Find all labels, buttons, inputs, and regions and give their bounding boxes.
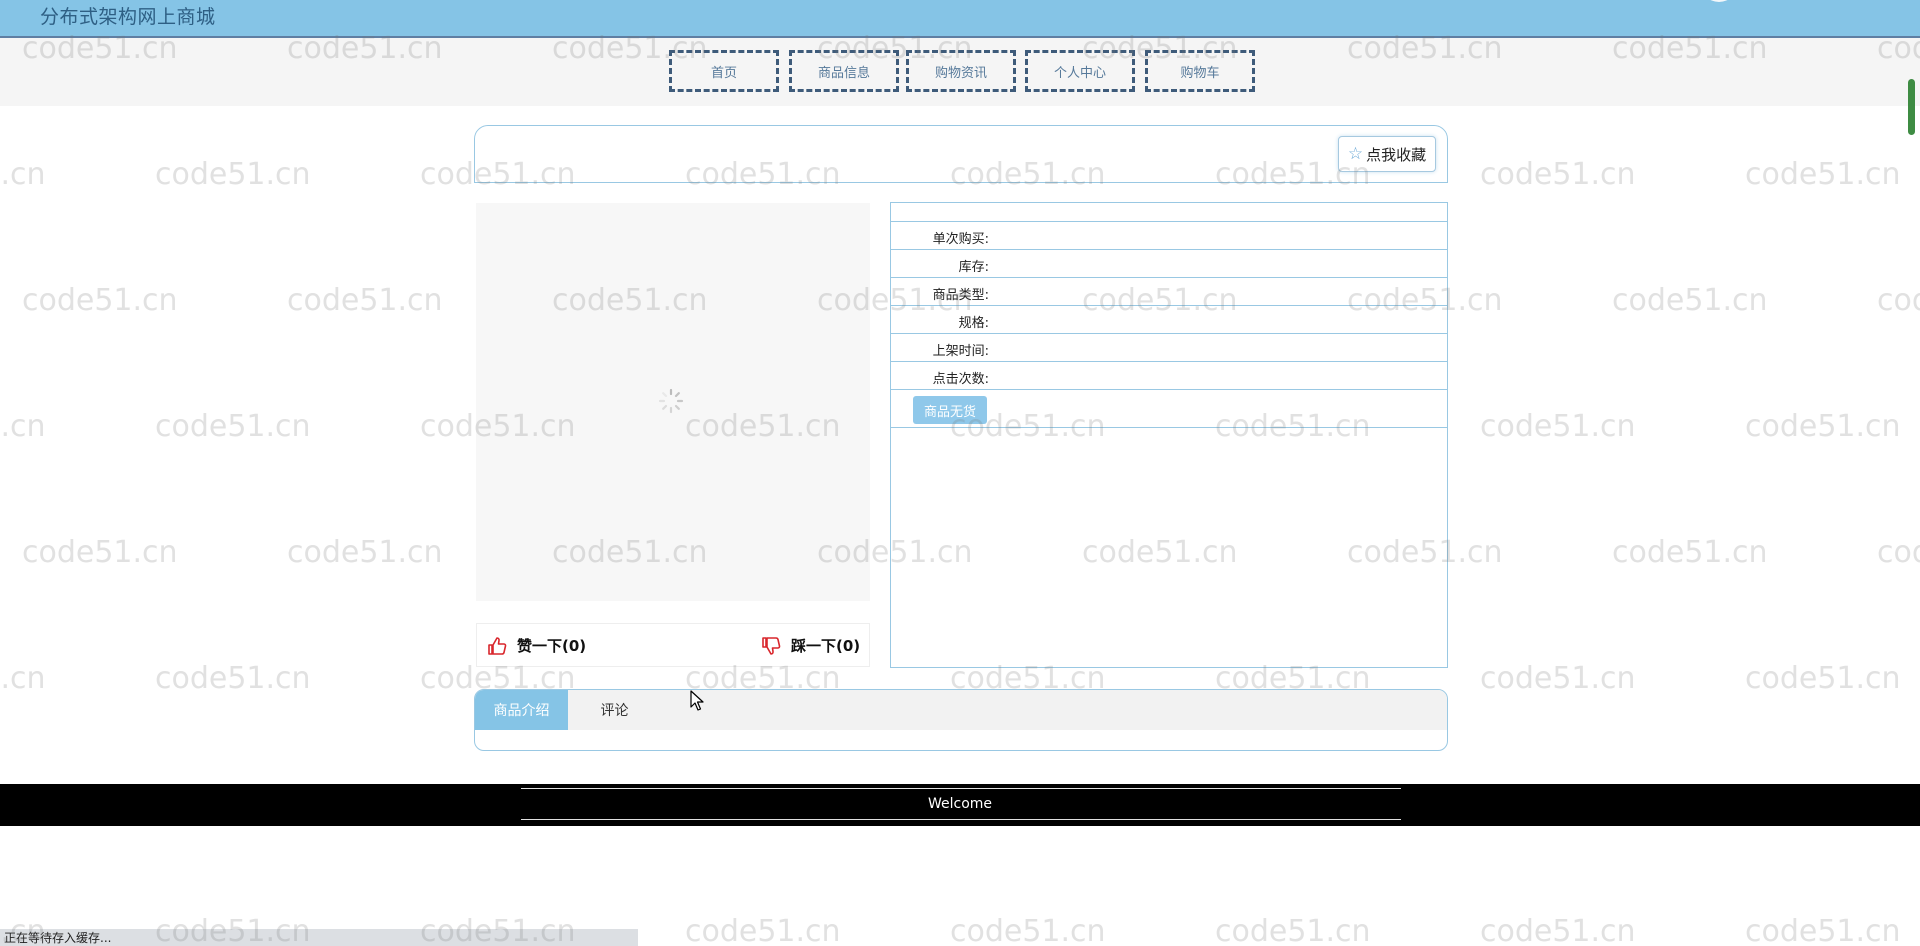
thumbs-up-icon <box>488 636 507 655</box>
footer-divider <box>521 819 1401 820</box>
watermark-text: code51.cn <box>1745 914 1901 946</box>
info-row-listed: 上架时间: <box>891 334 1447 362</box>
watermark-text: code51.cn <box>1745 409 1901 444</box>
header-bar: 分布式架构网上商城 <box>0 0 1920 38</box>
nav-item-news[interactable]: 购物资讯 <box>906 50 1016 92</box>
watermark-text: code51.cn <box>1480 661 1636 696</box>
nav-item-home[interactable]: 首页 <box>669 50 779 92</box>
scrollbar-thumb[interactable] <box>1908 79 1915 135</box>
vote-bar: 赞一下(0) 踩一下(0) <box>476 623 870 667</box>
info-label: 商品类型: <box>932 288 989 303</box>
watermark-text: code51.cn <box>22 535 178 570</box>
info-row-purchase: 单次购买: <box>891 222 1447 250</box>
info-row-type: 商品类型: <box>891 278 1447 306</box>
nav-item-cart[interactable]: 购物车 <box>1145 50 1255 92</box>
footer: Welcome <box>0 784 1920 826</box>
status-bar: 正在等待存入缓存... <box>0 929 638 946</box>
watermark-text: code51.cn <box>1612 535 1768 570</box>
product-title-box <box>474 125 1448 183</box>
footer-divider <box>521 788 1401 789</box>
nav-item-products[interactable]: 商品信息 <box>789 50 899 92</box>
watermark-text: code51.cn <box>950 914 1106 946</box>
like-label: 赞一下(0) <box>517 637 587 655</box>
watermark-text: code51.cn <box>155 409 311 444</box>
info-label: 上架时间: <box>932 344 989 359</box>
mouse-cursor-icon <box>690 690 704 711</box>
watermark-text: code51.cn <box>0 409 46 444</box>
tab-comments[interactable]: 评论 <box>568 690 661 730</box>
info-label: 规格: <box>958 316 989 331</box>
like-button[interactable]: 赞一下(0) <box>487 635 586 656</box>
info-row-stock: 库存: <box>891 250 1447 278</box>
watermark-text: code51.cn <box>155 661 311 696</box>
watermark-text: code51.cn <box>1480 157 1636 192</box>
nav-item-profile[interactable]: 个人中心 <box>1025 50 1135 92</box>
watermark-text: code51.cn <box>287 535 443 570</box>
detail-tabs: 商品介绍 评论 <box>474 689 1448 751</box>
thumbs-down-icon <box>762 636 781 655</box>
spinner-icon <box>658 388 684 414</box>
watermark-text: code51.cn <box>155 157 311 192</box>
favorite-label: 点我收藏 <box>1366 145 1427 164</box>
watermark-text: code51.cn <box>1480 409 1636 444</box>
dislike-button[interactable]: 踩一下(0) <box>761 635 860 656</box>
watermark-text: code51.cn <box>22 283 178 318</box>
watermark-text: code51.cn <box>0 661 46 696</box>
info-row-action: 商品无货 <box>891 390 1447 428</box>
main-nav: 首页 商品信息 购物资讯 个人中心 购物车 <box>0 50 1920 92</box>
out-of-stock-button[interactable]: 商品无货 <box>913 396 987 424</box>
product-info-table: 单次购买: 库存: 商品类型: 规格: 上架时间: 点击次数: 商品无货 <box>890 202 1448 668</box>
watermark-text: code51.cn <box>1877 283 1920 318</box>
info-row-spec: 规格: <box>891 306 1447 334</box>
favorite-button[interactable]: ☆ 点我收藏 <box>1338 136 1436 172</box>
watermark-text: code51.cn <box>1215 914 1371 946</box>
tab-description[interactable]: 商品介绍 <box>475 690 568 730</box>
site-title[interactable]: 分布式架构网上商城 <box>40 2 216 29</box>
info-row-title <box>891 203 1447 222</box>
info-label: 点击次数: <box>932 372 989 387</box>
watermark-text: code51.cn <box>1612 283 1768 318</box>
info-label: 单次购买: <box>932 232 989 247</box>
watermark-text: code51.cn <box>1745 157 1901 192</box>
watermark-text: code51.cn <box>1877 535 1920 570</box>
footer-text: Welcome <box>927 796 993 812</box>
info-label: 库存: <box>958 260 989 275</box>
watermark-text: code51.cn <box>1480 914 1636 946</box>
watermark-text: code51.cn <box>685 914 841 946</box>
info-row-clicks: 点击次数: <box>891 362 1447 390</box>
avatar[interactable] <box>1700 0 1738 2</box>
dislike-label: 踩一下(0) <box>791 637 861 655</box>
watermark-text: code51.cn <box>1745 661 1901 696</box>
tabs-strip: 商品介绍 评论 <box>475 690 1447 730</box>
watermark-text: code51.cn <box>287 283 443 318</box>
watermark-text: code51.cn <box>0 157 46 192</box>
star-icon: ☆ <box>1347 143 1364 164</box>
